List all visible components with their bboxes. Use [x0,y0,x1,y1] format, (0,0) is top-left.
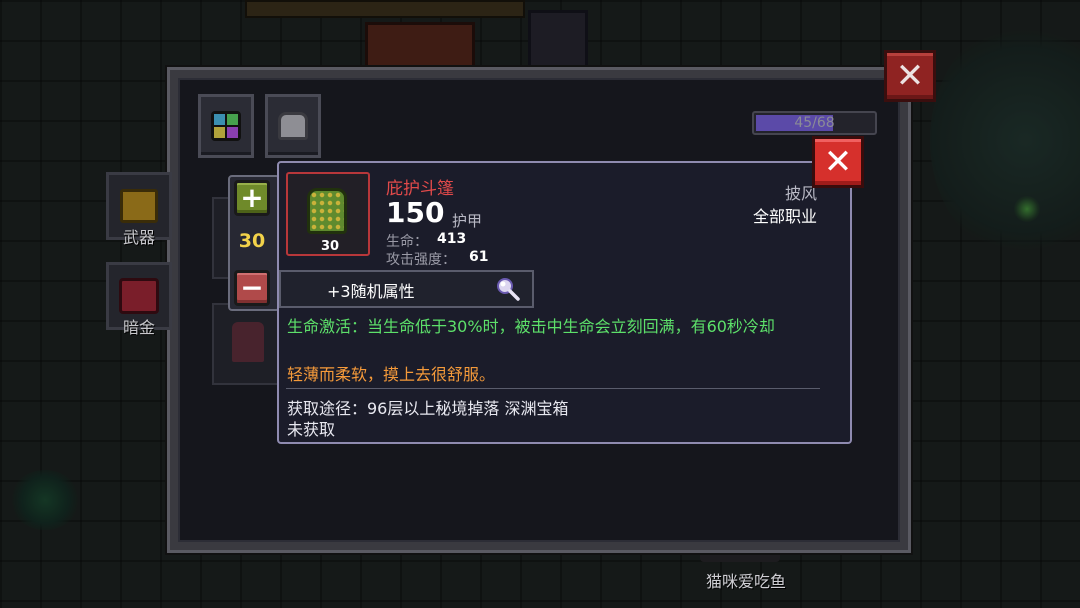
close-icon: ✕ [895,56,925,96]
npc-name-label: 猫咪爱吃鱼 [705,572,786,591]
item-type: 披风 [784,184,817,203]
stat-hp-label: 生命： [386,234,428,250]
weapon-icon [120,189,158,223]
item-level: 30 [320,239,340,254]
item-armor-value: 150 [386,196,445,229]
item-obtained-status: 未获取 [287,420,336,439]
stepper-value: 30 [238,230,266,252]
stat-hp-value: 413 [437,231,467,247]
close-tooltip-button[interactable]: ✕ [812,136,864,188]
cloak-icon [307,188,347,234]
minus-icon: − [240,271,264,304]
plus-icon: + [240,181,264,214]
inventory-count: 45/68 [794,115,835,131]
decrease-button[interactable]: − [234,270,270,306]
close-icon: ✕ [823,142,853,182]
item-armor-label: 护甲 [452,212,483,230]
tab-gems[interactable] [198,94,254,158]
magnifier-icon[interactable] [495,276,521,302]
tab-armor[interactable] [265,94,321,158]
item-flavor-text: 轻薄而柔软，摸上去很舒服。 [287,365,496,384]
category-dark-gold-label: 暗金 [122,318,155,337]
tooltip-divider [286,388,820,389]
category-weapon-label: 武器 [122,228,155,247]
gem-grid-icon [211,111,241,141]
random-attributes-label: +3随机属性 [327,282,415,301]
slot-item-icon [232,322,264,362]
item-effect-text: 生命激活：当生命低于30%时，被击中生命会立刻回满，有60秒冷却 [287,317,775,336]
item-class: 全部职业 [752,207,817,226]
dark-gold-icon [119,278,159,314]
stat-attack-value: 61 [469,249,489,265]
increase-button[interactable]: + [234,180,270,216]
close-panel-button[interactable]: ✕ [884,50,936,102]
inventory-capacity-bar: 45/68 [752,111,877,135]
armor-icon [278,112,308,140]
stat-attack-label: 攻击强度： [386,252,456,268]
